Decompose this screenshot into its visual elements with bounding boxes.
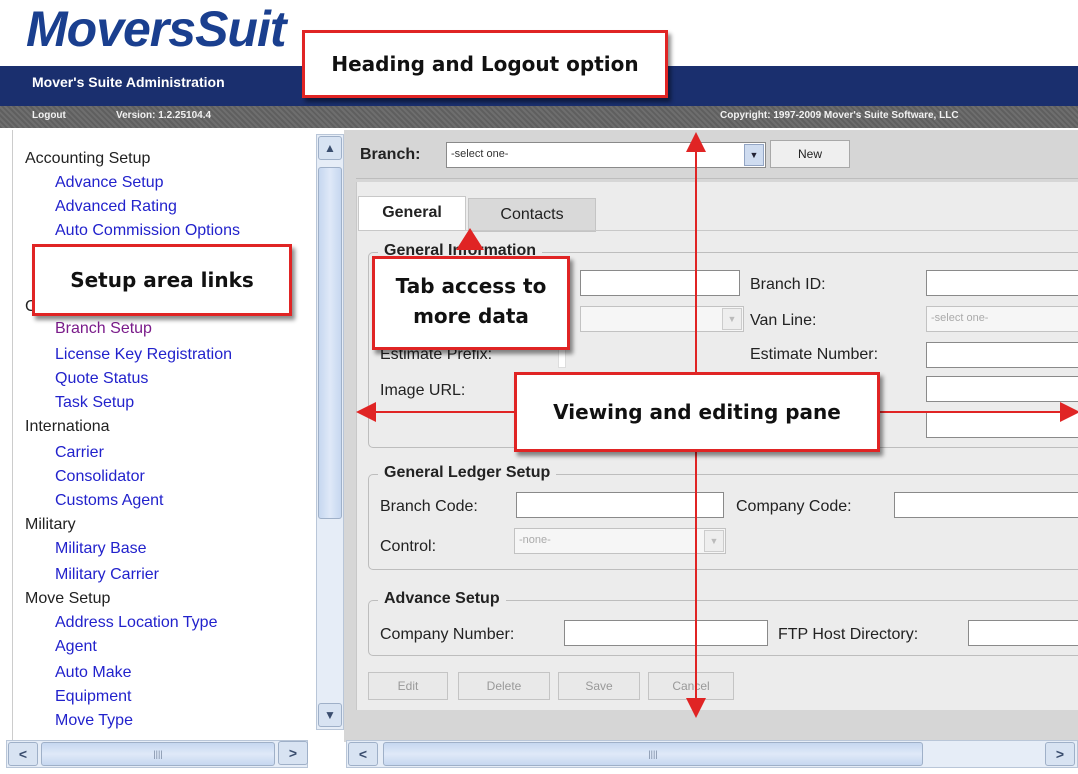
tab-pointer-icon bbox=[456, 228, 484, 250]
callout-tab-access: Tab access to more data bbox=[372, 256, 570, 350]
callout-tab-access-line1: Tab access to bbox=[395, 274, 547, 298]
callout-tab-access-line2: more data bbox=[413, 304, 529, 328]
callout-heading: Heading and Logout option bbox=[302, 30, 668, 98]
callout-setup-links: Setup area links bbox=[32, 244, 292, 316]
callout-viewing-pane: Viewing and editing pane bbox=[514, 372, 880, 452]
